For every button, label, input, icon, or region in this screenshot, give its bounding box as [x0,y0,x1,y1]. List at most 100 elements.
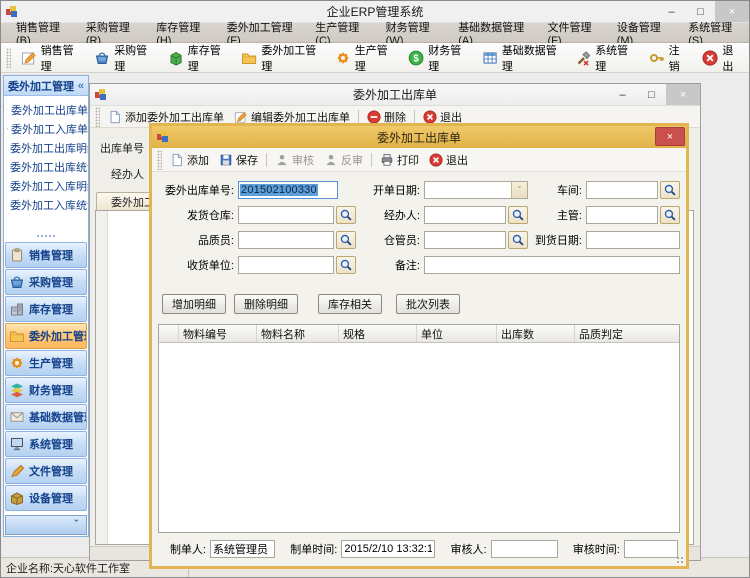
toolbar-button-purchase[interactable]: 采购管理 [87,39,161,77]
close-button[interactable]: × [715,1,749,22]
sidebar-item-system[interactable]: 系统管理 [5,431,87,457]
sidebar-splitter[interactable] [4,231,88,240]
warehouse-keeper-lookup-button[interactable] [508,231,528,249]
supervisor-lookup-button[interactable] [660,206,680,224]
tree-item-outbound-detail[interactable]: 委外加工出库明细 [7,138,88,157]
chevron-down-icon[interactable]: ˇ [511,182,527,198]
dialog-save-button[interactable]: 保存 [214,150,263,170]
minimize-button[interactable]: – [657,1,686,22]
monitor-icon [9,436,25,452]
receiving-unit-input[interactable] [238,256,334,274]
column-header-outbound-qty[interactable]: 出库数 [497,325,575,342]
exit-icon [702,49,718,67]
sidebar-item-finance[interactable]: 财务管理 [5,377,87,403]
toolbar-button-exit[interactable]: 退出 [695,39,749,77]
audit-time-input[interactable] [624,540,678,558]
tree-item-inbound-detail[interactable]: 委外加工入库明细 [7,176,88,195]
tree-item-outbound-stats[interactable]: 委外加工出库统计 [7,157,88,176]
sidebar-item-sales[interactable]: 销售管理 [5,242,87,268]
magnifier-icon [663,208,677,222]
batch-list-button[interactable]: 批次列表 [396,294,460,314]
maximize-button[interactable]: □ [686,1,715,22]
receiving-unit-lookup-button[interactable] [336,256,356,274]
remove-detail-button[interactable]: 删除明细 [234,294,298,314]
sidebar-item-basedata[interactable]: 基础数据管理 [5,404,87,430]
collapse-icon[interactable]: « [78,80,84,92]
detail-button-row: 增加明细 删除明细 库存相关 批次列表 [152,294,686,314]
magnifier-icon [511,208,525,222]
detail-grid-body [159,343,679,532]
arrival-date-input[interactable] [586,231,680,249]
toolbar-button-basedata[interactable]: 基础数据管理 [475,39,568,77]
maker-input[interactable] [210,540,275,558]
make-time-label: 制单时间: [279,541,337,557]
sidebar-item-files[interactable]: 文件管理 [5,458,87,484]
maker-label: 制单人: [160,541,206,557]
warehouse-keeper-input[interactable] [424,231,506,249]
mdi-maximize-button[interactable]: □ [637,84,666,105]
column-header-spec[interactable]: 规格 [339,325,417,342]
dialog-close-button[interactable]: × [655,127,685,146]
column-header-quality-judgement[interactable]: 品质判定 [575,325,679,342]
order-no-input[interactable]: 201502100330 [238,181,338,199]
tree-item-outbound-order[interactable]: 委外加工出库单 [7,100,88,119]
column-header-material-name[interactable]: 物料名称 [257,325,339,342]
dialog-unaudit-button[interactable]: 反审 [319,150,368,170]
auditor-input[interactable] [491,540,558,558]
add-detail-button[interactable]: 增加明细 [162,294,226,314]
toolbar-button-inventory[interactable]: 库存管理 [161,39,235,77]
toolbar-grip [6,48,11,68]
stock-related-button[interactable]: 库存相关 [318,294,382,314]
tree-item-inbound-stats[interactable]: 委外加工入库统计 [7,195,88,214]
handler-input[interactable] [424,206,506,224]
sidebar-item-equipment[interactable]: 设备管理 [5,485,87,511]
app-window: 企业ERP管理系统 – □ × 销售管理(B) 采购管理(R) 库存管理(H) … [0,0,750,578]
order-no-label: 委外出库单号: [158,182,234,198]
toolbar-button-system[interactable]: 系统管理 [568,39,642,77]
sidebar-item-purchase[interactable]: 采购管理 [5,269,87,295]
sidebar-item-production[interactable]: 生产管理 [5,350,87,376]
workshop-lookup-button[interactable] [660,181,680,199]
open-date-combobox[interactable]: ˇ [424,181,528,199]
remark-input[interactable] [424,256,680,274]
mdi-close-button[interactable]: × [666,84,700,105]
main-toolbar: 销售管理 采购管理 库存管理 委外加工管理 生产管理 财务管理 基础数据管理 系… [1,43,749,73]
sidebar-item-outsourcing[interactable]: 委外加工管理 [5,323,87,349]
mdi-titlebar: 委外加工出库单 – □ × [90,84,700,106]
make-time-input[interactable] [341,540,434,558]
ship-warehouse-lookup-button[interactable] [336,206,356,224]
receiving-unit-label: 收货单位: [158,257,234,273]
dialog-audit-button[interactable]: 审核 [270,150,319,170]
column-header-unit[interactable]: 单位 [417,325,497,342]
ship-warehouse-input[interactable] [238,206,334,224]
toolbar-button-logout[interactable]: 注销 [642,39,696,77]
column-header-material-no[interactable]: 物料编号 [179,325,257,342]
sidebar-config-bar[interactable]: ˇ [5,515,87,535]
workshop-label: 车间: [532,182,582,198]
supervisor-label: 主管: [532,207,582,223]
sidebar-nav: 销售管理 采购管理 库存管理 委外加工管理 生产管理 财务管理 基础数据管理 系… [4,240,88,513]
detail-grid-header: 物料编号 物料名称 规格 单位 出库数 品质判定 [159,325,679,343]
dialog-exit-button[interactable]: 退出 [424,150,473,170]
mdi-minimize-button[interactable]: – [608,84,637,105]
workshop-input[interactable] [586,181,658,199]
supervisor-input[interactable] [586,206,658,224]
dialog-add-button[interactable]: 添加 [165,150,214,170]
handler-lookup-button[interactable] [508,206,528,224]
toolbar-button-sales[interactable]: 销售管理 [14,39,88,77]
layers-icon [9,382,25,398]
dialog-titlebar: 委外加工出库单 × [152,126,686,148]
tree-item-inbound-order[interactable]: 委外加工入库单 [7,119,88,138]
quality-officer-input[interactable] [238,231,334,249]
quality-officer-lookup-button[interactable] [336,231,356,249]
sidebar-item-inventory[interactable]: 库存管理 [5,296,87,322]
basket-icon [9,274,25,290]
dollar-icon [408,49,424,67]
box-icon [168,49,184,67]
toolbar-button-outsourcing[interactable]: 委外加工管理 [234,39,327,77]
resize-grip[interactable] [676,556,684,564]
building-icon [9,301,25,317]
toolbar-button-finance[interactable]: 财务管理 [401,39,475,77]
dialog-print-button[interactable]: 打印 [375,150,424,170]
toolbar-button-production[interactable]: 生产管理 [328,39,402,77]
